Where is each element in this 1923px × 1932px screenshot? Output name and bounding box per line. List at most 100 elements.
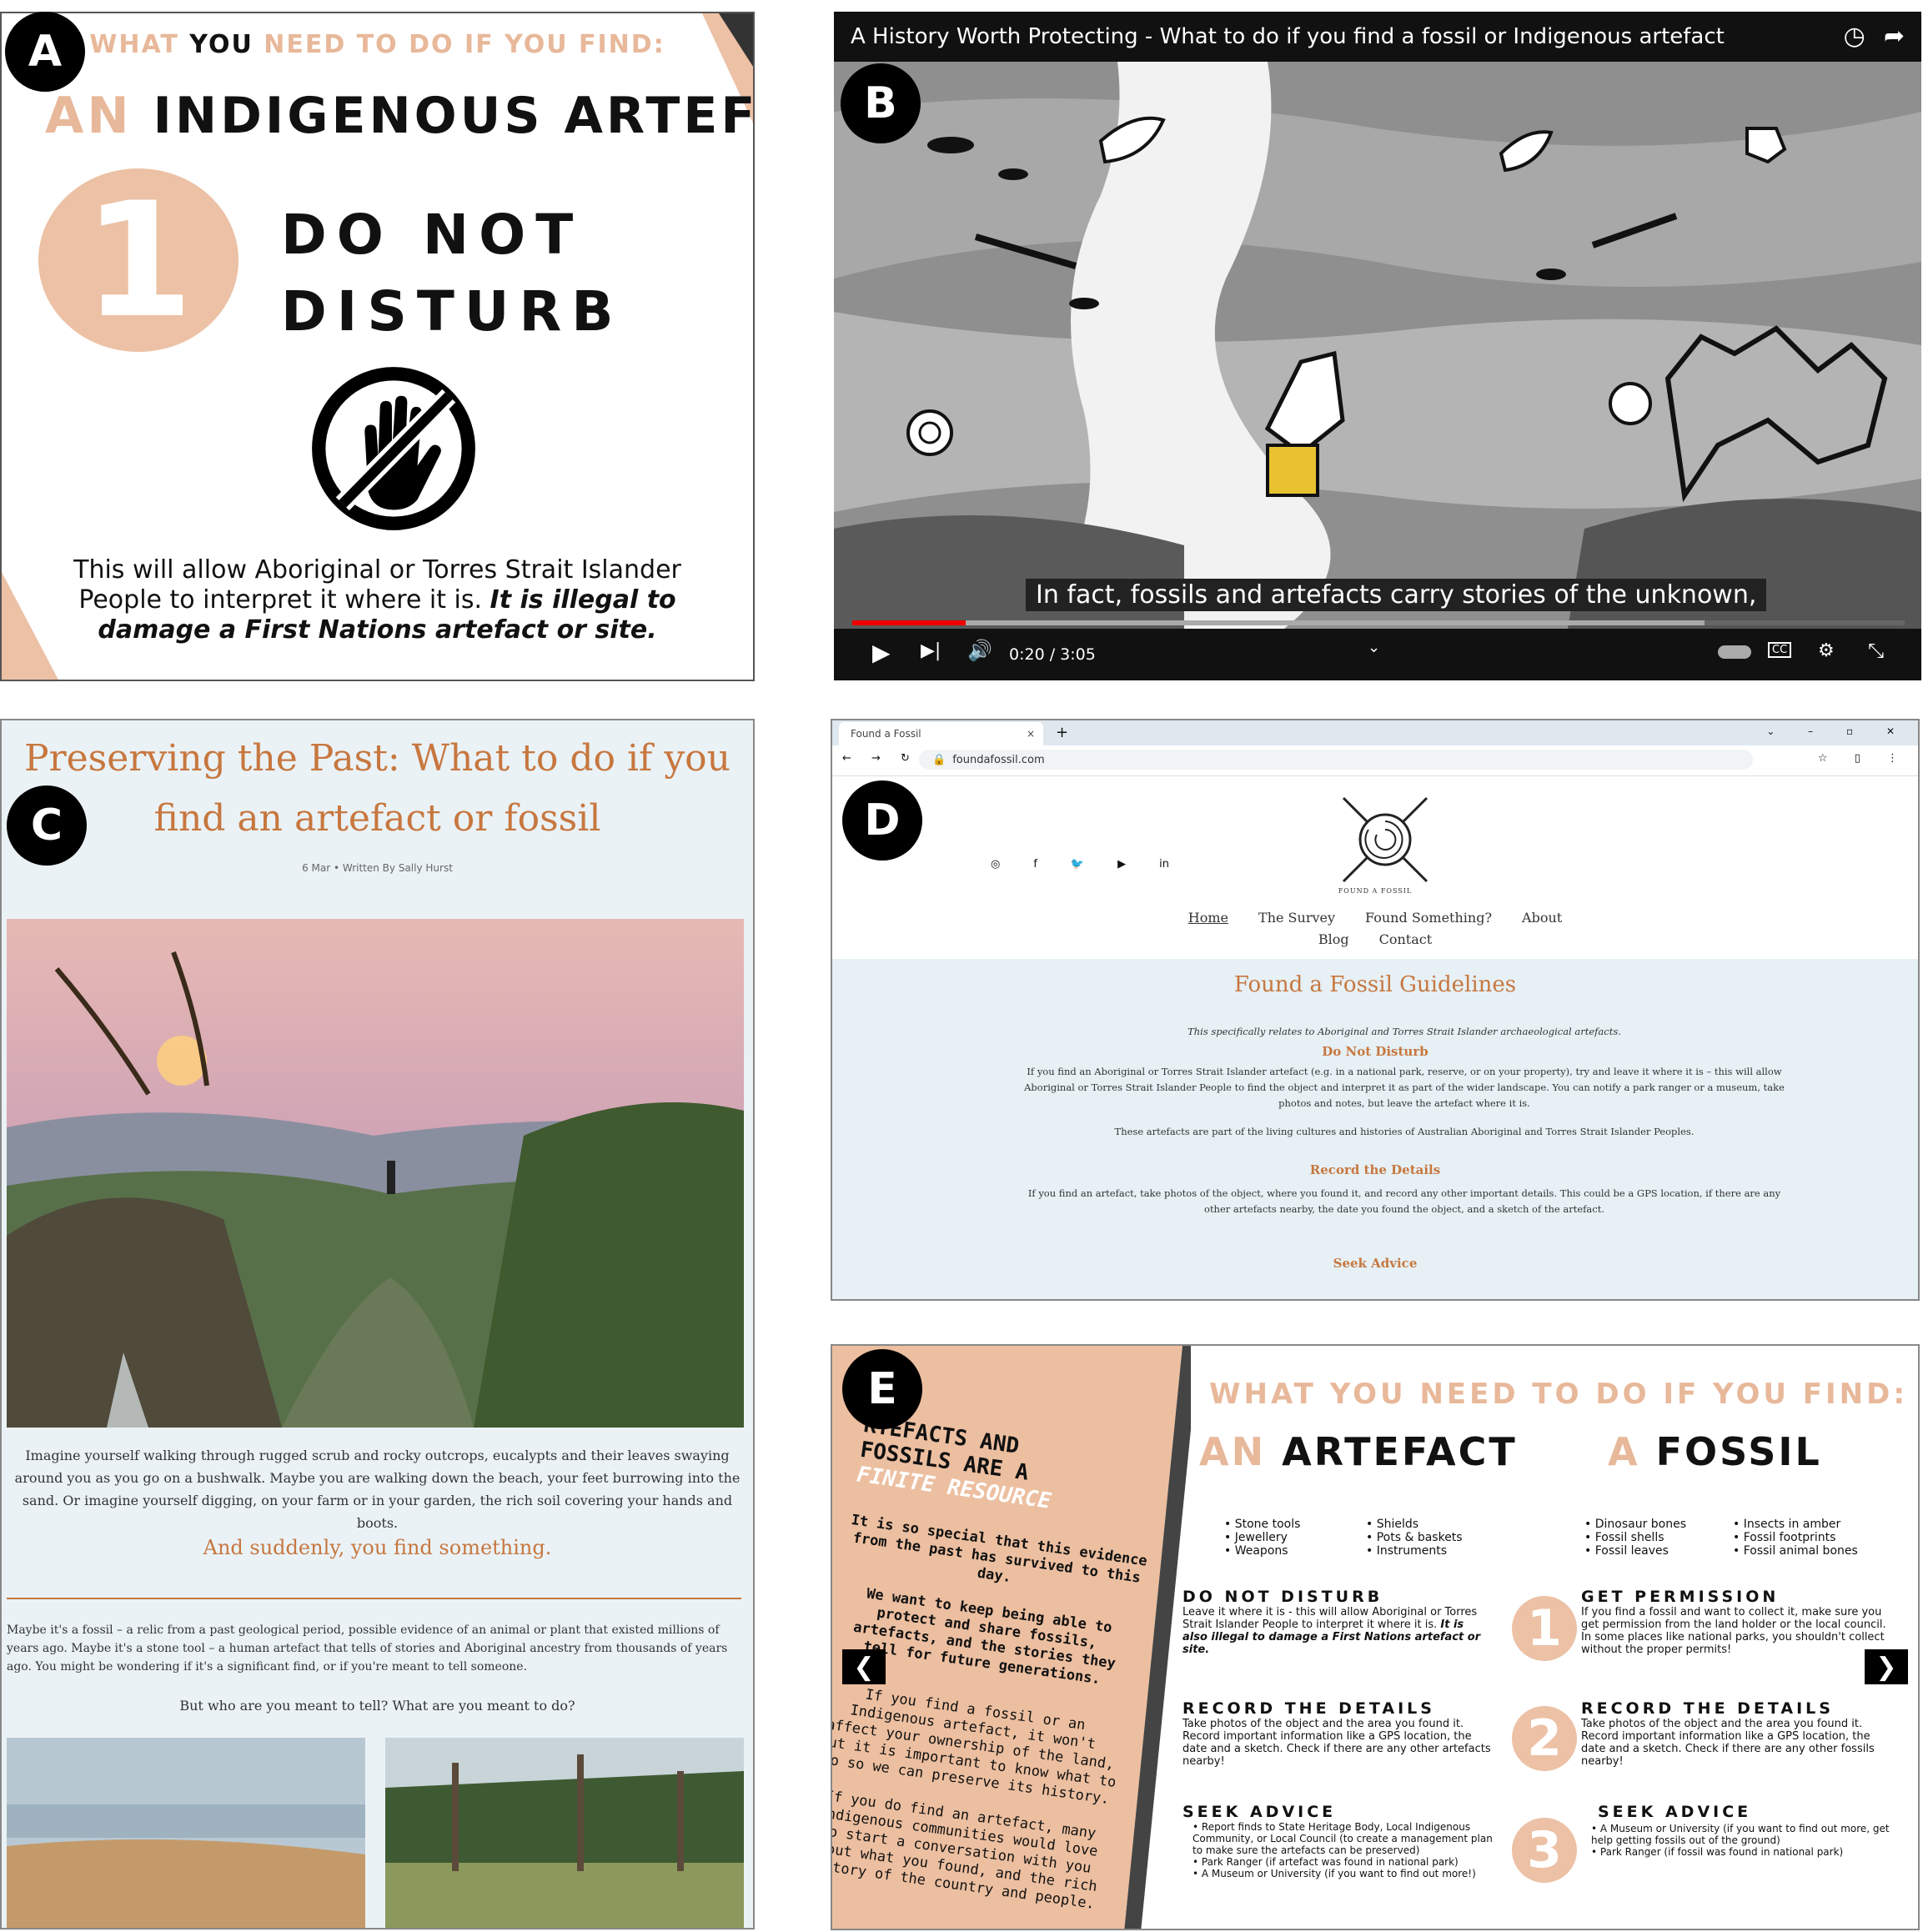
guidelines-heading: Found a Fossil Guidelines bbox=[1233, 972, 1517, 997]
carousel-next-button[interactable]: ❯ bbox=[1865, 1649, 1908, 1684]
step-number-1: 1 bbox=[1512, 1596, 1577, 1661]
blog-title: Preserving the Past: What to do if you f… bbox=[23, 737, 731, 840]
nav-blog[interactable]: Blog bbox=[1318, 931, 1349, 947]
panel-label-b: B bbox=[841, 63, 921, 143]
nav-contact[interactable]: Contact bbox=[1379, 931, 1433, 947]
browser-actions[interactable]: ☆ ▯ ⋮ bbox=[1818, 752, 1910, 765]
artefact-step1-text: Leave it where it is - this will allow A… bbox=[1182, 1606, 1481, 1656]
video-frame-illustration bbox=[834, 62, 1921, 629]
social-links: ◎ f 🐦 ▶ in bbox=[991, 858, 1169, 871]
panel-c-blog-post: Preserving the Past: What to do if you f… bbox=[0, 719, 755, 1929]
panel-label-c: C bbox=[7, 785, 87, 866]
ammonite-logo-icon[interactable] bbox=[1339, 794, 1431, 886]
logo-text: FOUND A FOSSIL bbox=[1338, 887, 1413, 895]
site-nav: Home The Survey Found Something? About Blog… bbox=[832, 907, 1918, 951]
carousel-prev-button[interactable]: ❮ bbox=[842, 1649, 886, 1684]
heading-record-details: Record the Details bbox=[1309, 1162, 1441, 1177]
panel-e-carousel-poster: RTEFACTS AND FOSSILS ARE A FINITE RESOUR… bbox=[831, 1344, 1920, 1930]
linkedin-icon[interactable]: in bbox=[1159, 858, 1169, 871]
panel-label-d: D bbox=[842, 780, 922, 861]
step-number-circle: 1 bbox=[38, 168, 238, 353]
new-tab-icon[interactable]: + bbox=[1056, 724, 1068, 741]
blog-paragraph-1: Imagine yourself walking through rugged … bbox=[14, 1448, 741, 1531]
guidelines-intro: This specifically relates to Aboriginal … bbox=[1187, 1026, 1621, 1037]
fossil-list-b: • Insects in amber • Fossil footprints • F… bbox=[1733, 1518, 1858, 1558]
panel-b-video-player[interactable]: A History Worth Protecting - What to do … bbox=[834, 12, 1921, 680]
twitter-icon[interactable]: 🐦 bbox=[1071, 858, 1084, 871]
artefact-step1-heading: DO NOT DISTURB bbox=[1182, 1588, 1383, 1606]
text-do-not-disturb: If you find an Aboriginal or Torres Stra… bbox=[1024, 1066, 1785, 1109]
instagram-icon[interactable]: ◎ bbox=[991, 858, 1000, 871]
fossil-list-a: • Dinosaur bones • Fossil shells • Fossil … bbox=[1584, 1518, 1687, 1558]
step-number-2: 2 bbox=[1512, 1706, 1577, 1771]
blog-paragraph-2: Maybe it's a fossil – a relic from a pas… bbox=[7, 1623, 728, 1674]
url-field[interactable]: 🔒 foundafossil.com bbox=[919, 750, 1753, 770]
buffer-fill bbox=[852, 620, 1705, 625]
nav-home[interactable]: Home bbox=[1188, 910, 1228, 926]
panel-a-artefact-poster: WHAT YOU NEED TO DO IF YOU FIND: AN INDI… bbox=[0, 12, 755, 681]
close-icon[interactable]: × bbox=[1027, 728, 1035, 740]
chevron-down-icon[interactable]: ⌄ bbox=[1368, 639, 1380, 656]
step-number-3: 3 bbox=[1512, 1818, 1577, 1883]
need-to-do-section: WHAT YOU NEED TO DO IF YOU FIND: AN ARTE… bbox=[1182, 1346, 1918, 1929]
next-icon[interactable]: ▶| bbox=[921, 640, 941, 661]
photo-rocky-coast bbox=[7, 1738, 365, 1928]
artefact-step2-heading: RECORD THE DETAILS bbox=[1182, 1699, 1435, 1718]
hd-settings-icon[interactable]: ⚙ bbox=[1818, 640, 1835, 661]
poster-kicker: WHAT YOU NEED TO DO IF YOU FIND: bbox=[89, 30, 665, 59]
blog-paragraph-3: But who are you meant to tell? What are … bbox=[179, 1698, 575, 1714]
top-controls: ◷ ➦ bbox=[1844, 22, 1905, 51]
step-heading: DO NOT DISTURB bbox=[281, 203, 624, 344]
fossil-step1-text: If you find a fossil and want to collect… bbox=[1581, 1606, 1886, 1656]
tab-title: Found a Fossil bbox=[851, 728, 921, 740]
fossil-step2-text: Take photos of the object and the area y… bbox=[1581, 1718, 1875, 1768]
divider bbox=[7, 1598, 741, 1599]
autoplay-toggle-icon[interactable] bbox=[1718, 645, 1751, 659]
video-title: A History Worth Protecting - What to do … bbox=[851, 24, 1725, 49]
video-caption: In fact, fossils and artefacts carry sto… bbox=[1026, 579, 1767, 611]
exit-fullscreen-icon[interactable]: ⤡ bbox=[1868, 639, 1884, 662]
watch-later-icon[interactable]: ◷ bbox=[1844, 22, 1865, 51]
browser-tab-bar: Found a Fossil × + ⌄ – ▫ ✕ bbox=[832, 720, 1918, 745]
video-progress-bar[interactable] bbox=[852, 620, 1905, 625]
nav-found-something[interactable]: Found Something? bbox=[1365, 910, 1492, 926]
facebook-icon[interactable]: f bbox=[1033, 858, 1037, 871]
cc-icon[interactable]: CC bbox=[1768, 642, 1792, 658]
no-touch-hand-icon bbox=[312, 367, 475, 530]
artefact-title: AN ARTEFACT bbox=[1199, 1429, 1518, 1474]
hero-photo-valley bbox=[7, 919, 744, 1428]
heading-do-not-disturb: Do Not Disturb bbox=[1322, 1044, 1428, 1059]
fossil-step2-heading: RECORD THE DETAILS bbox=[1581, 1699, 1834, 1718]
panel-label-a: A bbox=[5, 12, 85, 92]
artefact-step2-text: Take photos of the object and the area y… bbox=[1182, 1718, 1491, 1768]
fossil-step3-heading: SEEK ADVICE bbox=[1598, 1803, 1752, 1821]
window-controls[interactable]: ⌄ – ▫ ✕ bbox=[1766, 725, 1910, 737]
text-record-details: If you find an artefact, take photos of … bbox=[1027, 1187, 1781, 1215]
poster-title: AN INDIGENOUS ARTEFACT bbox=[45, 87, 753, 145]
panel-label-e: E bbox=[842, 1349, 922, 1429]
browser-address-bar: ← → ↻ 🔒 foundafossil.com ☆ ▯ ⋮ bbox=[832, 745, 1918, 776]
e-kicker: WHAT YOU NEED TO DO IF YOU FIND: bbox=[1209, 1377, 1908, 1411]
nav-survey[interactable]: The Survey bbox=[1258, 910, 1335, 926]
nav-about[interactable]: About bbox=[1522, 910, 1562, 926]
video-control-bar: ▶ ▶| 🔊 0:20 / 3:05 ⌄ CC ⚙ ⤡ bbox=[834, 620, 1921, 680]
photo-paddock-cattle bbox=[385, 1738, 744, 1928]
play-icon[interactable]: ▶ bbox=[872, 639, 891, 666]
video-title-bar: A History Worth Protecting - What to do … bbox=[834, 12, 1921, 62]
video-time: 0:20 / 3:05 bbox=[1009, 645, 1096, 664]
nav-buttons[interactable]: ← → ↻ bbox=[842, 752, 918, 765]
artefact-step3-text: • Report finds to State Heritage Body, L… bbox=[1192, 1821, 1493, 1879]
text-living-cultures: These artefacts are part of the living c… bbox=[1114, 1126, 1695, 1137]
fossil-step3-text: • A Museum or University (if you want to… bbox=[1591, 1823, 1890, 1858]
panel-d-website: Found a Fossil × + ⌄ – ▫ ✕ ← → ↻ 🔒 foundaf… bbox=[831, 719, 1920, 1301]
volume-icon[interactable]: 🔊 bbox=[967, 639, 992, 662]
artefact-list-a: • Stone tools • Jewellery • Weapons bbox=[1224, 1518, 1301, 1558]
fossil-step1-heading: GET PERMISSION bbox=[1581, 1588, 1780, 1606]
artefact-list-b: • Shields • Pots & baskets • Instruments bbox=[1366, 1518, 1463, 1558]
blog-subheading: And suddenly, you find something. bbox=[203, 1536, 552, 1559]
blog-meta: 6 Mar • Written By Sally Hurst bbox=[302, 862, 453, 874]
browser-tab[interactable]: Found a Fossil × bbox=[839, 722, 1043, 745]
share-icon[interactable]: ➦ bbox=[1884, 22, 1905, 51]
youtube-icon[interactable]: ▶ bbox=[1117, 858, 1126, 871]
heading-seek-advice: Seek Advice bbox=[1333, 1256, 1418, 1271]
